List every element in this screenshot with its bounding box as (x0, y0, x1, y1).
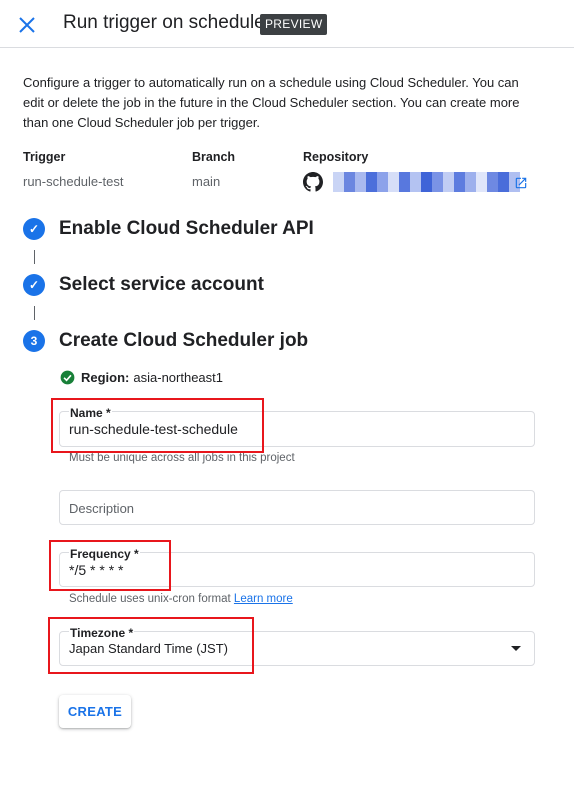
frequency-helper-text: Schedule uses unix-cron format Learn mor… (69, 593, 293, 605)
create-button[interactable]: CREATE (59, 695, 131, 728)
page-title: Run trigger on schedule (63, 12, 265, 33)
dropdown-arrow-icon (511, 646, 521, 651)
name-helper-text: Must be unique across all jobs in this p… (69, 452, 295, 464)
branch-info: Branch main (192, 150, 235, 189)
region-label: Region: (81, 370, 130, 385)
preview-badge: PREVIEW (260, 14, 328, 35)
trigger-info: Trigger run-schedule-test (23, 150, 123, 189)
description-placeholder: Description (69, 501, 135, 516)
annotation-box-frequency (49, 540, 171, 591)
learn-more-link[interactable]: Learn more (234, 593, 293, 605)
branch-value: main (192, 174, 221, 189)
check-icon: ✓ (23, 274, 45, 296)
dialog-header: Run trigger on schedule PREVIEW (0, 0, 574, 48)
region-info: Region: asia-northeast1 (60, 370, 223, 385)
repository-label: Repository (303, 150, 369, 164)
check-circle-icon (60, 370, 75, 385)
annotation-box-timezone (48, 617, 254, 674)
repository-value (303, 172, 520, 192)
open-external-icon[interactable] (514, 176, 528, 190)
check-icon: ✓ (23, 218, 45, 240)
close-button[interactable] (15, 13, 39, 37)
step-number: 3 (23, 330, 45, 352)
description-input[interactable]: Description (59, 490, 535, 525)
repository-info: Repository (303, 150, 368, 164)
repository-name-redacted (333, 172, 520, 192)
step-create-job[interactable]: 3 Create Cloud Scheduler job (23, 330, 308, 352)
trigger-value: run-schedule-test (23, 174, 124, 189)
region-value: asia-northeast1 (133, 370, 224, 385)
step-service-account[interactable]: ✓ Select service account (23, 274, 264, 296)
step-connector (34, 250, 35, 264)
annotation-box-name (51, 398, 264, 453)
close-icon (19, 17, 35, 33)
step-connector (34, 306, 35, 320)
trigger-label: Trigger (23, 150, 66, 164)
step-title: Create Cloud Scheduler job (59, 330, 309, 351)
intro-text: Configure a trigger to automatically run… (23, 75, 520, 130)
step-enable-api[interactable]: ✓ Enable Cloud Scheduler API (23, 218, 314, 240)
github-icon (303, 172, 323, 192)
step-title: Enable Cloud Scheduler API (59, 218, 314, 239)
frequency-helper: Schedule uses unix-cron format (69, 593, 231, 605)
branch-label: Branch (192, 150, 236, 164)
step-title: Select service account (59, 274, 264, 295)
